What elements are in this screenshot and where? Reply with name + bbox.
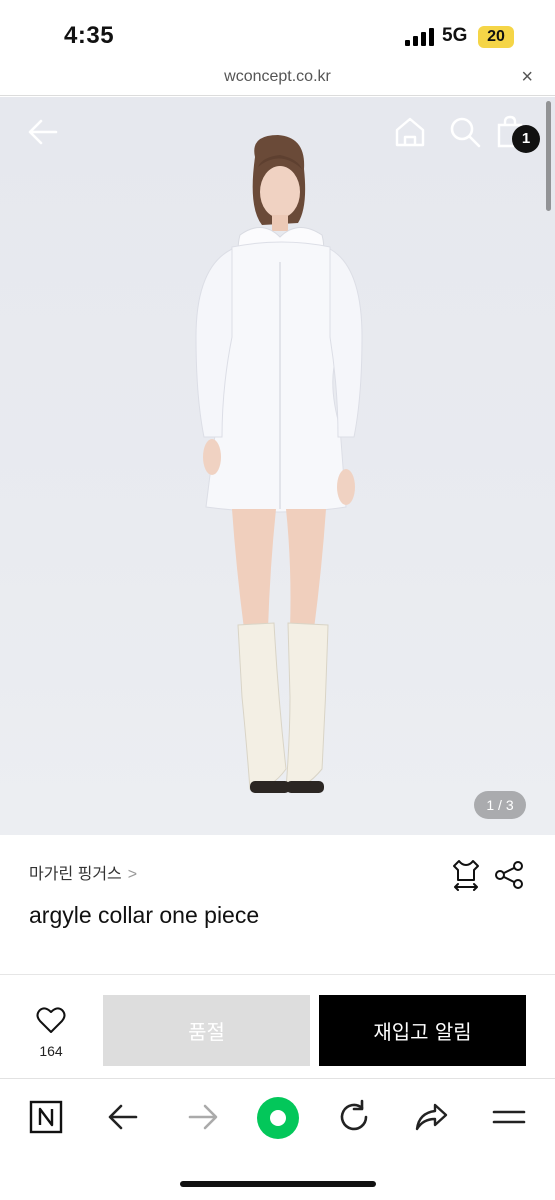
search-icon[interactable]	[448, 115, 482, 149]
soldout-button[interactable]: 품절	[103, 995, 310, 1066]
restock-alert-button[interactable]: 재입고 알림	[319, 995, 526, 1066]
size-guide-icon[interactable]	[450, 858, 482, 892]
like-button[interactable]: 164	[24, 1006, 78, 1066]
brand-name[interactable]: 마가린 핑거스	[29, 866, 122, 883]
product-photo	[195, 135, 363, 793]
naver-n-icon[interactable]	[26, 1097, 66, 1137]
chevron-right-icon: >	[127, 866, 138, 883]
product-image[interactable]: 1 1 / 3	[0, 97, 555, 835]
divider	[0, 974, 555, 975]
menu-icon[interactable]	[489, 1097, 529, 1137]
scrollbar[interactable]	[546, 101, 551, 211]
forward-arrow-icon[interactable]	[182, 1097, 222, 1137]
share-icon[interactable]	[494, 860, 524, 890]
green-dot-icon[interactable]	[256, 1096, 300, 1140]
close-icon[interactable]: ×	[521, 66, 533, 89]
like-count: 164	[39, 1043, 63, 1059]
brand-link[interactable]: 마가린 핑거스 >	[29, 860, 137, 884]
status-time: 4:35	[64, 22, 115, 49]
refresh-icon[interactable]	[334, 1097, 374, 1137]
network-label: 5G	[442, 25, 468, 46]
heart-icon[interactable]	[36, 1006, 66, 1034]
share-arrow-icon[interactable]	[411, 1097, 451, 1137]
status-bar: 4:35 5G 20	[0, 0, 555, 62]
browser-toolbar	[0, 1078, 555, 1158]
signal-icon	[405, 28, 435, 46]
cart-count-badge[interactable]: 1	[512, 125, 540, 153]
url-text[interactable]: wconcept.co.kr	[0, 68, 555, 86]
arrow-left-icon[interactable]	[26, 115, 60, 149]
home-icon[interactable]	[393, 115, 427, 149]
image-page-indicator: 1 / 3	[474, 791, 526, 819]
product-name: argyle collar one piece	[29, 902, 260, 928]
battery-icon: 20	[478, 26, 514, 48]
url-bar[interactable]: wconcept.co.kr ×	[0, 62, 555, 96]
back-arrow-icon[interactable]	[104, 1097, 144, 1137]
home-indicator	[180, 1181, 376, 1187]
